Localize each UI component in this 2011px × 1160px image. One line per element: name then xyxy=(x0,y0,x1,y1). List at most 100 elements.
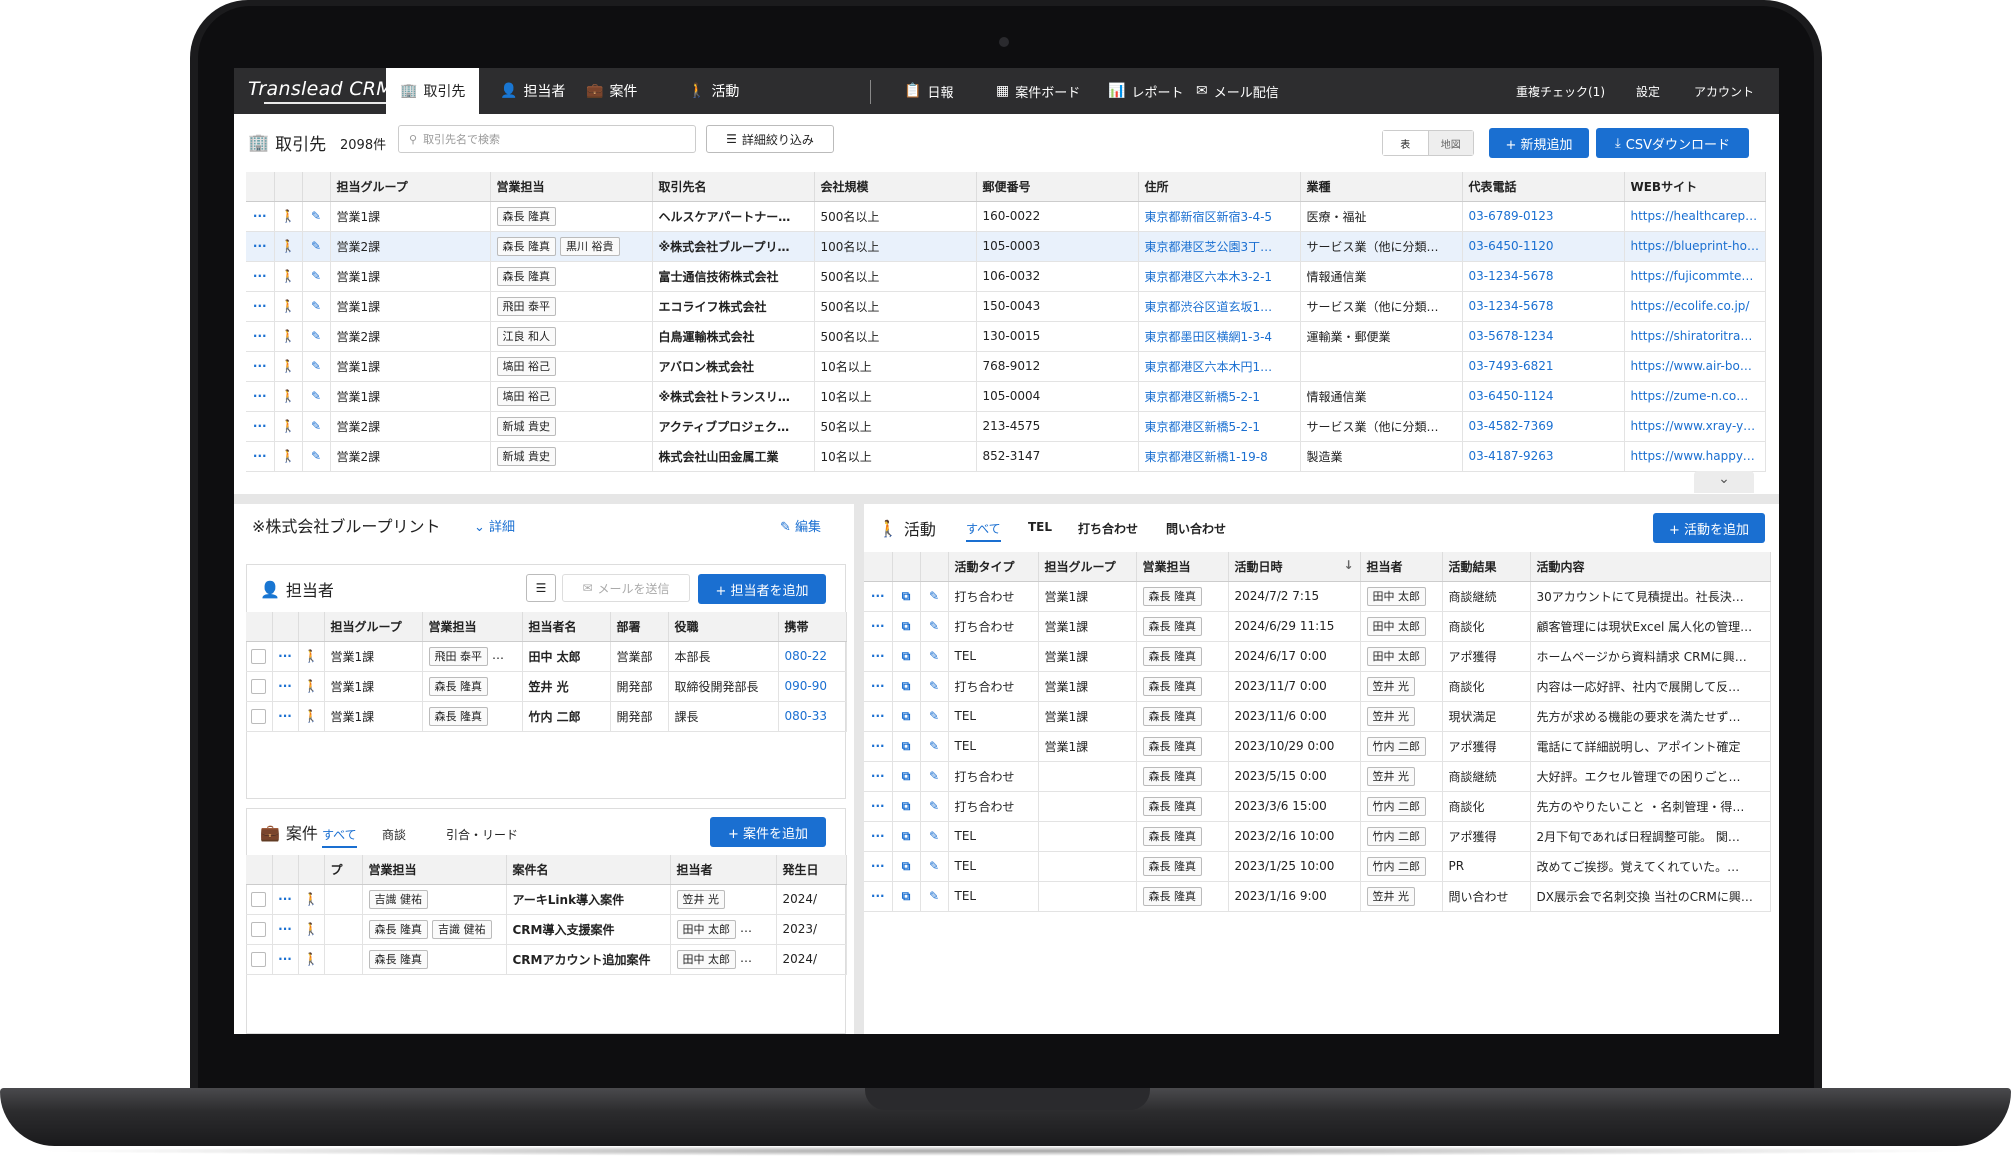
more-icon[interactable]: ··· xyxy=(864,701,893,732)
column-header[interactable]: WEBサイト xyxy=(1624,172,1766,202)
address-link[interactable]: 東京都渋谷区道玄坂1… xyxy=(1138,291,1301,322)
walk-icon[interactable]: 🚶 xyxy=(298,944,325,975)
more-icon[interactable]: ··· xyxy=(272,914,299,945)
pencil-icon[interactable]: ✎ xyxy=(920,881,949,912)
walk-icon[interactable]: 🚶 xyxy=(274,411,303,442)
address-link[interactable]: 東京都港区新橋5-2-1 xyxy=(1138,411,1301,442)
deal-tab[interactable]: 引合・リード xyxy=(446,826,518,843)
pencil-icon[interactable]: ✎ xyxy=(302,201,331,232)
table-row[interactable]: ··· ⧉ ✎ 打ち合わせ 森長 隆真 2023/3/6 15:00 竹内 二郎… xyxy=(864,791,1771,822)
address-link[interactable]: 東京都港区新橋5-2-1 xyxy=(1138,381,1301,412)
deal-name-cell[interactable]: CRM導入支援案件 xyxy=(506,914,671,945)
content-cell[interactable]: 顧客管理には現状Excel 属人化の管理… xyxy=(1530,611,1771,642)
add-contact-button[interactable]: + 担当者を追加 xyxy=(698,574,826,604)
phone-link[interactable]: 03-4187-9263 xyxy=(1462,441,1625,472)
filter-button[interactable]: ☰ 詳細絞り込み xyxy=(706,125,834,153)
table-row[interactable]: ··· ⧉ ✎ TEL 森長 隆真 2023/1/16 9:00 笠井 光 問い… xyxy=(864,881,1771,912)
content-cell[interactable]: ホームページから資料請求 CRMに興… xyxy=(1530,641,1771,672)
content-cell[interactable]: 先方が求める機能の要求を満たせず… xyxy=(1530,701,1771,732)
view-table-button[interactable]: 表 xyxy=(1383,131,1429,155)
deal-name-cell[interactable]: アーキLink導入案件 xyxy=(506,884,671,915)
activity-tab[interactable]: 問い合わせ xyxy=(1166,520,1226,537)
copy-icon[interactable]: ⧉ xyxy=(892,701,921,732)
website-link[interactable]: https://shiratoritrans… xyxy=(1624,321,1766,352)
mobile-link[interactable]: 080-33 xyxy=(778,701,847,732)
column-header[interactable]: 営業担当 xyxy=(422,612,523,642)
table-row[interactable]: ··· 🚶 ✎ 営業1課 塙田 裕己 アバロン株式会社 10名以上 768-90… xyxy=(246,351,1766,382)
tab-briefcase[interactable]: 💼 案件 xyxy=(572,68,651,114)
horizontal-splitter[interactable] xyxy=(234,494,1779,504)
address-link[interactable]: 東京都港区六本木3-2-1 xyxy=(1138,261,1301,292)
website-link[interactable]: https://healthcarepar… xyxy=(1624,201,1766,232)
content-cell[interactable]: 30アカウントにて見積提出。社長決… xyxy=(1530,581,1771,612)
more-icon[interactable]: ··· xyxy=(246,291,275,322)
content-cell[interactable]: 大好評。エクセル管理での困りごと… xyxy=(1530,761,1771,792)
checkbox[interactable] xyxy=(251,921,267,937)
website-link[interactable]: https://www.xray-yac… xyxy=(1624,411,1766,442)
more-icon[interactable]: ··· xyxy=(864,761,893,792)
column-header[interactable]: 取引先名 xyxy=(652,172,815,202)
walk-icon[interactable]: 🚶 xyxy=(298,914,325,945)
column-header[interactable]: 活動タイプ xyxy=(948,552,1039,582)
pencil-icon[interactable]: ✎ xyxy=(920,761,949,792)
pencil-icon[interactable]: ✎ xyxy=(302,231,331,262)
copy-icon[interactable]: ⧉ xyxy=(892,641,921,672)
column-header[interactable]: 担当グループ xyxy=(1038,552,1137,582)
phone-link[interactable]: 03-6450-1120 xyxy=(1462,231,1625,262)
add-company-button[interactable]: + 新規追加 xyxy=(1489,128,1589,158)
app-logo[interactable]: Translead CRM xyxy=(248,78,393,100)
table-row[interactable]: ··· ⧉ ✎ TEL 森長 隆真 2023/2/16 10:00 竹内 二郎 … xyxy=(864,821,1771,852)
walk-icon[interactable]: 🚶 xyxy=(274,231,303,262)
menu-icon[interactable]: ☰ xyxy=(526,574,556,602)
more-icon[interactable]: ··· xyxy=(864,641,893,672)
column-header[interactable]: 担当者 xyxy=(670,855,777,885)
walk-icon[interactable]: 🚶 xyxy=(298,641,325,672)
table-row[interactable]: ··· ⧉ ✎ 打ち合わせ 営業1課 森長 隆真 2024/7/2 7:15 田… xyxy=(864,581,1771,612)
website-link[interactable]: https://www.happy-id… xyxy=(1624,441,1766,472)
nav-right-item[interactable]: 重複チェック(1) xyxy=(1516,68,1605,114)
column-header[interactable]: 活動結果 xyxy=(1442,552,1531,582)
table-row[interactable]: ··· 🚶 吉識 健祐 アーキLink導入案件 笠井 光 2024/ xyxy=(246,884,847,915)
more-icon[interactable]: ··· xyxy=(864,791,893,822)
search-input[interactable]: ⚲ 取引先名で検索 xyxy=(398,125,696,153)
tab-building[interactable]: 🏢 取引先 xyxy=(386,68,480,114)
more-icon[interactable]: ··· xyxy=(246,261,275,292)
pencil-icon[interactable]: ✎ xyxy=(302,351,331,382)
pencil-icon[interactable]: ✎ xyxy=(920,731,949,762)
pencil-icon[interactable]: ✎ xyxy=(920,821,949,852)
address-link[interactable]: 東京都新宿区新宿3-4-5 xyxy=(1138,201,1301,232)
more-icon[interactable]: ··· xyxy=(864,581,893,612)
checkbox[interactable] xyxy=(251,678,267,694)
column-header[interactable]: 営業担当 xyxy=(1136,552,1229,582)
row-checkbox[interactable] xyxy=(246,914,273,945)
copy-icon[interactable]: ⧉ xyxy=(892,761,921,792)
table-row[interactable]: ··· ⧉ ✎ TEL 森長 隆真 2023/1/25 10:00 竹内 二郎 … xyxy=(864,851,1771,882)
column-header[interactable]: 会社規模 xyxy=(814,172,977,202)
column-header[interactable]: 担当者名 xyxy=(522,612,611,642)
table-row[interactable]: ··· 🚶 ✎ 営業2課 森長 隆真 黒川 裕貴 ※株式会社ブループリ… 100名… xyxy=(246,231,1766,262)
column-header[interactable]: 担当グループ xyxy=(330,172,491,202)
column-header[interactable]: 住所 xyxy=(1138,172,1301,202)
activity-tab[interactable]: TEL xyxy=(1028,520,1052,534)
phone-link[interactable]: 03-6450-1124 xyxy=(1462,381,1625,412)
row-checkbox[interactable] xyxy=(246,944,273,975)
nav-right-item[interactable]: 設定 xyxy=(1636,68,1660,114)
walk-icon[interactable]: 🚶 xyxy=(274,201,303,232)
column-header[interactable]: 活動日時 ↓ xyxy=(1228,552,1361,582)
walk-icon[interactable]: 🚶 xyxy=(274,261,303,292)
detail-link[interactable]: ⌄ 詳細 xyxy=(474,516,515,535)
table-row[interactable]: ··· 🚶 ✎ 営業2課 新城 貴史 株式会社山田金属工業 10名以上 852-… xyxy=(246,441,1766,472)
column-header[interactable]: 郵便番号 xyxy=(976,172,1139,202)
website-link[interactable]: https://www.air-boat-… xyxy=(1624,351,1766,382)
expand-chevron-icon[interactable]: ⌄ xyxy=(1694,471,1754,493)
tab-board[interactable]: ▦ 案件ボード xyxy=(982,68,1094,114)
checkbox[interactable] xyxy=(251,951,267,967)
more-icon[interactable]: ··· xyxy=(246,231,275,262)
more-icon[interactable]: ··· xyxy=(272,944,299,975)
address-link[interactable]: 東京都墨田区横網1-3-4 xyxy=(1138,321,1301,352)
tab-report[interactable]: 📋 日報 xyxy=(890,68,967,114)
walk-icon[interactable]: 🚶 xyxy=(274,321,303,352)
company-name-cell[interactable]: ヘルスケアパートナー… xyxy=(652,201,815,232)
deal-tab[interactable]: すべて xyxy=(322,826,357,848)
copy-icon[interactable]: ⧉ xyxy=(892,731,921,762)
